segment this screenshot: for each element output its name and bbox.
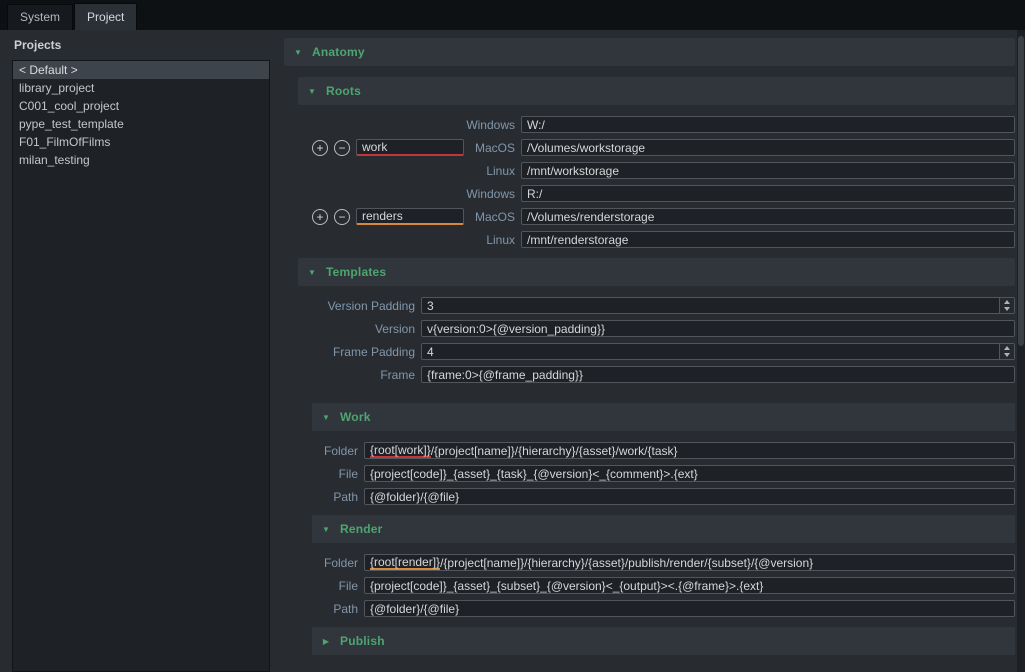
version-label: Version <box>375 322 415 336</box>
work-file-label: File <box>339 467 358 481</box>
tab-system[interactable]: System <box>7 4 73 30</box>
add-root-button[interactable]: + <box>312 140 328 156</box>
work-folder-label: Folder <box>324 444 358 458</box>
triangle-down-icon <box>1004 353 1010 357</box>
chevron-down-icon: ▼ <box>321 525 331 534</box>
os-label-linux: Linux <box>486 164 515 178</box>
os-label-macos: MacOS <box>475 210 515 224</box>
project-list-item-default[interactable]: < Default > <box>13 61 269 79</box>
project-list-item[interactable]: milan_testing <box>13 151 269 169</box>
roots-section-header[interactable]: ▼ Roots <box>298 77 1015 105</box>
chevron-down-icon: ▼ <box>307 87 317 96</box>
triangle-down-icon <box>1004 307 1010 311</box>
chevron-right-icon: ▶ <box>321 637 331 646</box>
root-renders-macos-input[interactable] <box>521 208 1015 225</box>
work-file-input[interactable] <box>364 465 1015 482</box>
root-entry-work: Windows + − <box>298 116 1015 179</box>
version-padding-label: Version Padding <box>328 299 415 313</box>
frame-padding-input[interactable] <box>421 343 1015 360</box>
anatomy-section-header[interactable]: ▼ Anatomy <box>284 38 1015 66</box>
templates-section-body: Version Padding <box>298 286 1015 659</box>
work-root-token: {root[work]} <box>370 443 431 458</box>
render-folder-rest: /{project[name]}/{hierarchy}/{asset}/pub… <box>440 555 813 570</box>
work-folder-rest: /{project[name]}/{hierarchy}/{asset}/wor… <box>431 443 678 458</box>
render-path-label: Path <box>333 602 358 616</box>
anatomy-section-title: Anatomy <box>312 45 365 59</box>
remove-root-button[interactable]: − <box>334 209 350 225</box>
spin-up-button[interactable] <box>1000 298 1014 306</box>
scrollbar-thumb[interactable] <box>1018 36 1024 346</box>
roots-section: ▼ Roots Windows <box>298 77 1015 258</box>
publish-section-title: Publish <box>340 634 385 648</box>
project-list-item[interactable]: F01_FilmOfFilms <box>13 133 269 151</box>
spin-down-button[interactable] <box>1000 306 1014 314</box>
frame-label: Frame <box>380 368 415 382</box>
root-name-input-work[interactable] <box>356 139 464 156</box>
root-work-windows-input[interactable] <box>521 116 1015 133</box>
work-path-input[interactable] <box>364 488 1015 505</box>
render-path-input[interactable] <box>364 600 1015 617</box>
frame-padding-spinner <box>999 344 1014 359</box>
anatomy-section-body: ▼ Roots Windows <box>284 66 1015 663</box>
os-label-macos: MacOS <box>475 141 515 155</box>
templates-section-title: Templates <box>326 265 386 279</box>
templates-section: ▼ Templates Version Padding <box>298 258 1015 659</box>
projects-title: Projects <box>12 38 270 53</box>
add-root-button[interactable]: + <box>312 209 328 225</box>
root-entry-renders: Windows + − <box>298 185 1015 248</box>
spin-up-button[interactable] <box>1000 344 1014 352</box>
root-work-macos-input[interactable] <box>521 139 1015 156</box>
root-name-input-renders[interactable] <box>356 208 464 225</box>
work-section: ▼ Work Folder {root[work]}/{project[name… <box>312 403 1015 515</box>
roots-section-body: Windows + − <box>298 105 1015 258</box>
render-section-header[interactable]: ▼ Render <box>312 515 1015 543</box>
tab-project[interactable]: Project <box>74 3 137 30</box>
roots-section-title: Roots <box>326 84 361 98</box>
work-section-header[interactable]: ▼ Work <box>312 403 1015 431</box>
work-path-label: Path <box>333 490 358 504</box>
work-folder-input[interactable]: {root[work]}/{project[name]}/{hierarchy}… <box>364 442 1015 459</box>
os-label-linux: Linux <box>486 233 515 247</box>
work-section-title: Work <box>340 410 371 424</box>
remove-root-button[interactable]: − <box>334 140 350 156</box>
settings-window: System Project Projects < Default > libr… <box>0 0 1025 672</box>
content-area: Projects < Default > library_project C00… <box>0 30 1025 672</box>
render-folder-label: Folder <box>324 556 358 570</box>
version-template-input[interactable] <box>421 320 1015 337</box>
top-tabbar: System Project <box>0 0 1025 30</box>
root-renders-windows-input[interactable] <box>521 185 1015 202</box>
render-folder-input[interactable]: {root[render]}/{project[name]}/{hierarch… <box>364 554 1015 571</box>
render-root-token: {root[render]} <box>370 555 440 570</box>
publish-section: ▶ Publish <box>312 627 1015 655</box>
project-list-item[interactable]: pype_test_template <box>13 115 269 133</box>
vertical-scrollbar[interactable] <box>1017 30 1025 672</box>
project-list-item[interactable]: library_project <box>13 79 269 97</box>
chevron-down-icon: ▼ <box>307 268 317 277</box>
frame-template-input[interactable] <box>421 366 1015 383</box>
render-file-input[interactable] <box>364 577 1015 594</box>
root-renders-linux-input[interactable] <box>521 231 1015 248</box>
publish-section-header[interactable]: ▶ Publish <box>312 627 1015 655</box>
triangle-up-icon <box>1004 300 1010 304</box>
root-work-linux-input[interactable] <box>521 162 1015 179</box>
render-file-label: File <box>339 579 358 593</box>
os-label-windows: Windows <box>466 187 515 201</box>
settings-panel: ▼ Anatomy ▼ Roots <box>276 30 1025 672</box>
chevron-down-icon: ▼ <box>293 48 303 57</box>
frame-padding-label: Frame Padding <box>333 345 415 359</box>
os-label-windows: Windows <box>466 118 515 132</box>
templates-section-header[interactable]: ▼ Templates <box>298 258 1015 286</box>
project-list-item[interactable]: C001_cool_project <box>13 97 269 115</box>
anatomy-section: ▼ Anatomy ▼ Roots <box>284 38 1015 663</box>
version-padding-input[interactable] <box>421 297 1015 314</box>
triangle-up-icon <box>1004 346 1010 350</box>
spin-down-button[interactable] <box>1000 352 1014 360</box>
chevron-down-icon: ▼ <box>321 413 331 422</box>
project-list[interactable]: < Default > library_project C001_cool_pr… <box>12 60 270 672</box>
projects-sidebar: Projects < Default > library_project C00… <box>0 30 276 672</box>
version-padding-spinner <box>999 298 1014 313</box>
render-section-title: Render <box>340 522 383 536</box>
render-section: ▼ Render Folder {root[render]}/{project[… <box>312 515 1015 627</box>
